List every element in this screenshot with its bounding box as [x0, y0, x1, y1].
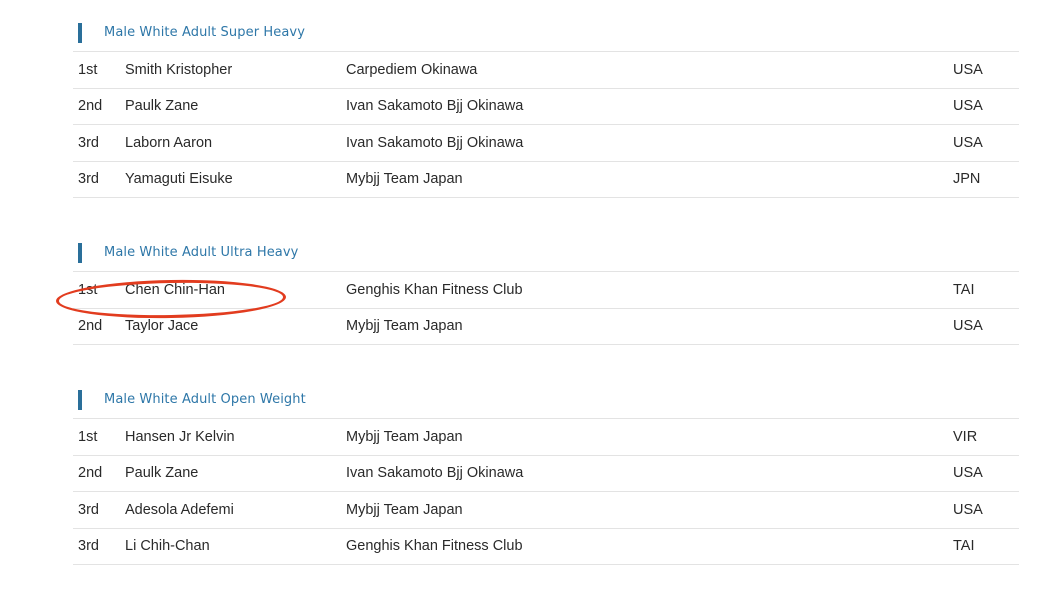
athlete-name-link[interactable]: Paulk Zane	[125, 465, 198, 481]
result-row: 2nd Paulk Zane Ivan Sakamoto Bjj Okinawa…	[73, 89, 1019, 125]
place: 3rd	[78, 538, 99, 555]
athlete-name-link[interactable]: Li Chih-Chan	[125, 538, 210, 554]
category-accent-bar	[78, 22, 82, 43]
team-name-link[interactable]: Genghis Khan Fitness Club	[346, 282, 523, 298]
country-code: VIR	[953, 428, 978, 445]
result-row: 2nd Taylor Jace Mybjj Team Japan USA	[73, 309, 1019, 345]
athlete-name-link[interactable]: Smith Kristopher	[125, 62, 232, 78]
team-name-link[interactable]: Mybjj Team Japan	[346, 429, 463, 445]
result-row: 1st Hansen Jr Kelvin Mybjj Team Japan VI…	[73, 419, 1019, 456]
category-header: Male White Adult Open Weight	[73, 381, 1019, 419]
country-code: USA	[953, 134, 983, 151]
category-open-weight: Male White Adult Open Weight 1st Hansen …	[73, 381, 1019, 565]
place: 2nd	[78, 318, 103, 335]
team-name-link[interactable]: Genghis Khan Fitness Club	[346, 538, 523, 554]
team-name-link[interactable]: Ivan Sakamoto Bjj Okinawa	[346, 135, 523, 151]
place: 2nd	[78, 98, 103, 115]
athlete-name-link[interactable]: Paulk Zane	[125, 98, 198, 114]
country-code: USA	[953, 61, 983, 78]
results-table: 1st Chen Chin-Han Genghis Khan Fitness C…	[73, 272, 1019, 345]
place: 3rd	[78, 134, 99, 151]
team-name-link[interactable]: Mybjj Team Japan	[346, 171, 463, 187]
country-code: JPN	[953, 171, 981, 188]
result-row: 3rd Adesola Adefemi Mybjj Team Japan USA	[73, 492, 1019, 529]
country-code: USA	[953, 98, 983, 115]
result-row: 3rd Yamaguti Eisuke Mybjj Team Japan JPN	[73, 162, 1019, 198]
result-row: 1st Chen Chin-Han Genghis Khan Fitness C…	[73, 272, 1019, 309]
result-row: 3rd Laborn Aaron Ivan Sakamoto Bjj Okina…	[73, 125, 1019, 162]
results-list: Male White Adult Super Heavy 1st Smith K…	[73, 14, 1019, 565]
country-code: TAI	[953, 538, 975, 555]
athlete-name-link[interactable]: Taylor Jace	[125, 318, 198, 334]
results-table: 1st Hansen Jr Kelvin Mybjj Team Japan VI…	[73, 419, 1019, 565]
category-accent-bar	[78, 389, 82, 410]
result-row: 1st Smith Kristopher Carpediem Okinawa U…	[73, 52, 1019, 89]
category-header: Male White Adult Super Heavy	[73, 14, 1019, 52]
athlete-name-link[interactable]: Hansen Jr Kelvin	[125, 429, 235, 445]
team-name-link[interactable]: Mybjj Team Japan	[346, 502, 463, 518]
results-table: 1st Smith Kristopher Carpediem Okinawa U…	[73, 52, 1019, 198]
athlete-name-link[interactable]: Laborn Aaron	[125, 135, 212, 151]
category-header: Male White Adult Ultra Heavy	[73, 234, 1019, 272]
athlete-name-link[interactable]: Adesola Adefemi	[125, 502, 234, 518]
team-name-link[interactable]: Carpediem Okinawa	[346, 62, 477, 78]
category-title: Male White Adult Super Heavy	[104, 25, 305, 40]
country-code: USA	[953, 318, 983, 335]
place: 3rd	[78, 501, 99, 518]
category-super-heavy: Male White Adult Super Heavy 1st Smith K…	[73, 14, 1019, 198]
athlete-name-link[interactable]: Chen Chin-Han	[125, 282, 225, 298]
category-title: Male White Adult Open Weight	[104, 392, 306, 407]
country-code: TAI	[953, 281, 975, 298]
country-code: USA	[953, 465, 983, 482]
athlete-name-link[interactable]: Yamaguti Eisuke	[125, 171, 233, 187]
team-name-link[interactable]: Ivan Sakamoto Bjj Okinawa	[346, 98, 523, 114]
place: 2nd	[78, 465, 103, 482]
place: 3rd	[78, 171, 99, 188]
category-ultra-heavy: Male White Adult Ultra Heavy 1st Chen Ch…	[73, 234, 1019, 345]
place: 1st	[78, 281, 98, 298]
result-row: 2nd Paulk Zane Ivan Sakamoto Bjj Okinawa…	[73, 456, 1019, 492]
place: 1st	[78, 61, 98, 78]
country-code: USA	[953, 501, 983, 518]
category-accent-bar	[78, 242, 82, 263]
category-title: Male White Adult Ultra Heavy	[104, 245, 299, 260]
team-name-link[interactable]: Ivan Sakamoto Bjj Okinawa	[346, 465, 523, 481]
team-name-link[interactable]: Mybjj Team Japan	[346, 318, 463, 334]
result-row: 3rd Li Chih-Chan Genghis Khan Fitness Cl…	[73, 529, 1019, 565]
place: 1st	[78, 428, 98, 445]
